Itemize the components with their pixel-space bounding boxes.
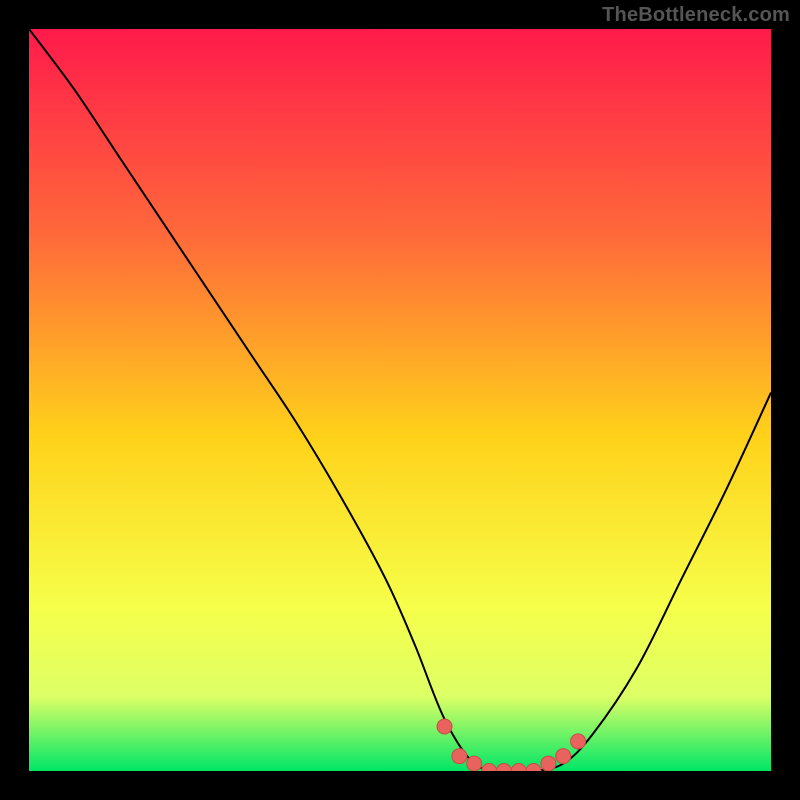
curve-marker xyxy=(541,756,556,771)
curve-marker xyxy=(571,734,586,749)
curve-marker xyxy=(556,749,571,764)
plot-area xyxy=(29,29,771,771)
chart-frame: TheBottleneck.com xyxy=(0,0,800,800)
curve-marker xyxy=(437,719,452,734)
bottleneck-curve xyxy=(29,29,771,771)
curve-marker xyxy=(511,764,526,772)
curve-marker xyxy=(452,749,467,764)
curve-marker xyxy=(526,764,541,772)
curve-marker xyxy=(496,764,511,772)
curve-marker xyxy=(482,764,497,772)
watermark-text: TheBottleneck.com xyxy=(602,4,790,27)
plot-svg xyxy=(29,29,771,771)
curve-marker xyxy=(467,756,482,771)
